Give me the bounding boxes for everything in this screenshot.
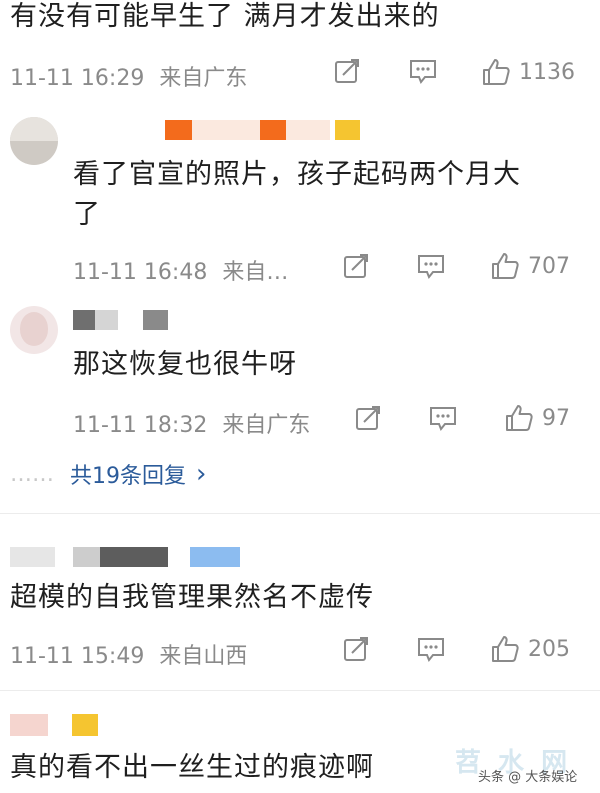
comment-icon <box>428 404 458 432</box>
divider <box>0 513 600 514</box>
reply-text: 那这恢复也很牛呀 <box>73 349 297 380</box>
share-icon <box>342 635 370 663</box>
username-blurred[interactable] <box>10 714 98 736</box>
share-button[interactable] <box>354 404 382 432</box>
share-icon <box>333 57 361 85</box>
comment-location: 来自… <box>222 260 289 285</box>
view-more-replies-link[interactable]: …… 共19条回复 › <box>10 458 206 490</box>
thumbs-up-icon <box>481 57 511 87</box>
comment-time: 11-11 16:48 <box>73 260 208 285</box>
like-count: 1136 <box>519 59 575 85</box>
thumbs-up-icon <box>504 403 534 433</box>
username-blurred[interactable] <box>73 310 168 330</box>
comment-location: 来自山西 <box>159 644 248 669</box>
comment-meta: 11-11 15:49 来自山西 <box>10 638 247 670</box>
divider <box>0 690 600 691</box>
like-button[interactable]: 205 <box>490 634 570 664</box>
share-icon <box>342 252 370 280</box>
share-button[interactable] <box>342 252 370 280</box>
like-count: 205 <box>528 636 570 662</box>
replies-count-label: 共19条回复 <box>70 464 186 489</box>
comment-location: 来自广东 <box>159 66 248 91</box>
reply-text: 看了官宣的照片，孩子起码两个月大 了 <box>73 155 521 235</box>
like-count: 97 <box>542 405 570 431</box>
reply-text-line: 了 <box>73 199 101 230</box>
comment-meta: 11-11 16:48 来自… <box>73 254 288 286</box>
thumbs-up-icon <box>490 251 520 281</box>
comment-location: 来自广东 <box>222 413 311 438</box>
comment-text: 真的看不出一丝生过的痕迹啊 <box>10 752 374 783</box>
comment-button[interactable] <box>416 252 446 280</box>
comment-icon <box>416 252 446 280</box>
like-button[interactable]: 97 <box>504 403 570 433</box>
like-count: 707 <box>528 253 570 279</box>
comment-icon <box>416 635 446 663</box>
chevron-right-icon: › <box>196 459 207 489</box>
thumbs-up-icon <box>490 634 520 664</box>
replies-dots: …… <box>10 461 54 487</box>
comment-meta: 11-11 18:32 来自广东 <box>73 407 310 439</box>
comment-time: 11-11 18:32 <box>73 413 208 438</box>
comment-text: 有没有可能早生了 满月才发出来的 <box>10 1 440 32</box>
avatar[interactable] <box>10 306 58 354</box>
comment-time: 11-11 16:29 <box>10 66 145 91</box>
avatar[interactable] <box>10 117 58 165</box>
like-button[interactable]: 707 <box>490 251 570 281</box>
username-blurred[interactable] <box>130 120 370 140</box>
share-button[interactable] <box>342 635 370 663</box>
comment-time: 11-11 15:49 <box>10 644 145 669</box>
comment-meta: 11-11 16:29 来自广东 <box>10 60 247 92</box>
share-icon <box>354 404 382 432</box>
share-button[interactable] <box>333 57 361 85</box>
comment-button[interactable] <box>416 635 446 663</box>
watermark-caption: 头条 @ 大条娱论 <box>478 770 578 785</box>
comment-button[interactable] <box>428 404 458 432</box>
reply-text-line: 看了官宣的照片，孩子起码两个月大 <box>73 159 521 190</box>
like-button[interactable]: 1136 <box>481 57 575 87</box>
comment-text: 超模的自我管理果然名不虚传 <box>10 582 374 613</box>
username-blurred[interactable] <box>10 547 240 567</box>
comment-icon <box>408 57 438 85</box>
comment-button[interactable] <box>408 57 438 85</box>
